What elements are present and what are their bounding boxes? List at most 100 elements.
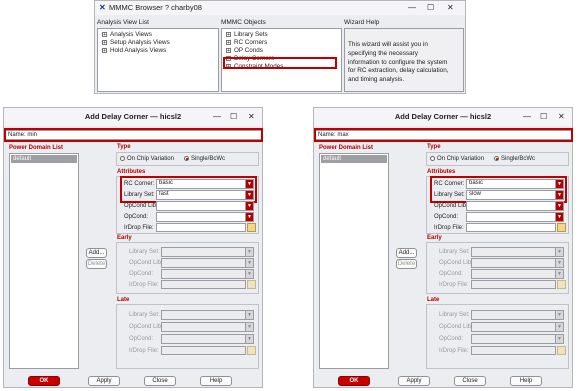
- minimize-icon[interactable]: —: [408, 1, 416, 15]
- folder-icon[interactable]: [247, 280, 256, 289]
- late-irdrop-file-field[interactable]: [471, 346, 556, 355]
- early-library-set-select[interactable]: ▼: [161, 247, 254, 257]
- chevron-down-icon[interactable]: ▼: [245, 202, 253, 210]
- folder-icon[interactable]: [557, 280, 566, 289]
- chevron-down-icon[interactable]: ▼: [245, 259, 253, 267]
- radio-single-bcwc[interactable]: [184, 156, 189, 161]
- tree-item-library-sets[interactable]: + Library Sets: [226, 31, 268, 38]
- radio-single-bcwc-label: Single/BcWc: [191, 155, 226, 162]
- tree-item-hold-analysis-views[interactable]: + Hold Analysis Views: [102, 47, 166, 54]
- folder-icon[interactable]: [247, 223, 256, 232]
- opcond-lib-select[interactable]: ▼: [156, 201, 254, 211]
- tree-item-rc-corners[interactable]: + RC Corners: [226, 39, 267, 46]
- close-button[interactable]: Close: [454, 376, 486, 386]
- late-opcond-select[interactable]: ▼: [161, 334, 254, 344]
- chevron-down-icon[interactable]: ▼: [245, 323, 253, 331]
- power-domain-list[interactable]: default: [9, 153, 79, 369]
- expand-icon[interactable]: +: [102, 31, 107, 37]
- name-highlight: [4, 128, 263, 142]
- power-domain-list-label: Power Domain List: [319, 145, 374, 151]
- late-opcond-lib-label: OpCond Lib:: [129, 324, 163, 330]
- early-opcond-select[interactable]: ▼: [161, 269, 254, 279]
- minimize-icon[interactable]: —: [213, 108, 221, 126]
- opcond-select[interactable]: ▼: [466, 212, 564, 222]
- late-irdrop-file-label: IrDrop File:: [129, 348, 159, 354]
- close-button[interactable]: Close: [144, 376, 176, 386]
- chevron-down-icon[interactable]: ▼: [245, 311, 253, 319]
- power-domain-list[interactable]: default: [319, 153, 389, 369]
- chevron-down-icon[interactable]: ▼: [555, 335, 563, 343]
- late-section-label: Late: [427, 297, 440, 303]
- apply-button[interactable]: Apply: [88, 376, 120, 386]
- late-irdrop-file-field[interactable]: [161, 346, 246, 355]
- chevron-down-icon[interactable]: ▼: [555, 248, 563, 256]
- chevron-down-icon[interactable]: ▼: [245, 270, 253, 278]
- radio-on-chip-variation[interactable]: [120, 156, 125, 161]
- folder-icon[interactable]: [247, 346, 256, 355]
- minimize-icon[interactable]: —: [523, 108, 531, 126]
- late-opcond-lib-select[interactable]: ▼: [161, 322, 254, 332]
- power-domain-list-label: Power Domain List: [9, 145, 64, 151]
- help-button[interactable]: Help: [200, 376, 232, 386]
- early-opcond-select[interactable]: ▼: [471, 269, 564, 279]
- late-library-set-label: Library Set:: [439, 312, 470, 318]
- chevron-down-icon[interactable]: ▼: [555, 213, 563, 221]
- opcond-select[interactable]: ▼: [156, 212, 254, 222]
- chevron-down-icon[interactable]: ▼: [555, 202, 563, 210]
- add-button[interactable]: Add...: [396, 248, 417, 258]
- chevron-down-icon[interactable]: ▼: [555, 259, 563, 267]
- early-opcond-lib-label: OpCond Lib:: [129, 260, 163, 266]
- ok-button[interactable]: OK: [28, 376, 60, 386]
- add-button[interactable]: Add...: [86, 248, 107, 258]
- apply-button[interactable]: Apply: [398, 376, 430, 386]
- radio-on-chip-variation[interactable]: [430, 156, 435, 161]
- folder-icon[interactable]: [557, 346, 566, 355]
- add-delay-corner-dialog-max: Add Delay Corner — hicsl2 — ☐ ✕ Name: ma…: [313, 107, 573, 388]
- early-irdrop-file-field[interactable]: [471, 280, 556, 289]
- early-opcond-lib-select[interactable]: ▼: [161, 258, 254, 268]
- maximize-icon[interactable]: ☐: [230, 108, 237, 126]
- analysis-view-list[interactable]: + Analysis Views + Setup Analysis Views + H…: [97, 28, 219, 92]
- chevron-down-icon[interactable]: ▼: [555, 323, 563, 331]
- power-domain-item-default[interactable]: default: [321, 155, 387, 163]
- early-library-set-select[interactable]: ▼: [471, 247, 564, 257]
- early-irdrop-file-field[interactable]: [161, 280, 246, 289]
- expand-icon[interactable]: +: [102, 39, 107, 45]
- add-delay-corner-dialog-min: Add Delay Corner — hicsl2 — ☐ ✕ Name: mi…: [3, 107, 263, 388]
- late-opcond-select[interactable]: ▼: [471, 334, 564, 344]
- close-icon[interactable]: ✕: [558, 108, 565, 126]
- tree-item-setup-analysis-views[interactable]: + Setup Analysis Views: [102, 39, 170, 46]
- maximize-icon[interactable]: ☐: [540, 108, 547, 126]
- expand-icon[interactable]: +: [226, 47, 231, 53]
- irdrop-file-field[interactable]: [466, 223, 556, 232]
- help-button[interactable]: Help: [510, 376, 542, 386]
- delete-button[interactable]: Delete: [396, 259, 417, 269]
- expand-icon[interactable]: +: [226, 39, 231, 45]
- ok-button[interactable]: OK: [338, 376, 370, 386]
- late-opcond-lib-select[interactable]: ▼: [471, 322, 564, 332]
- expand-icon[interactable]: +: [102, 47, 107, 53]
- close-icon[interactable]: ✕: [447, 1, 454, 15]
- maximize-icon[interactable]: ☐: [427, 1, 434, 15]
- early-irdrop-file-label: IrDrop File:: [439, 282, 469, 288]
- late-library-set-select[interactable]: ▼: [161, 310, 254, 320]
- tree-item-op-conds[interactable]: + OP Conds: [226, 47, 263, 54]
- opcond-lib-select[interactable]: ▼: [466, 201, 564, 211]
- expand-icon[interactable]: +: [226, 31, 231, 37]
- irdrop-file-field[interactable]: [156, 223, 246, 232]
- chevron-down-icon[interactable]: ▼: [555, 311, 563, 319]
- folder-icon[interactable]: [557, 223, 566, 232]
- delete-button[interactable]: Delete: [86, 259, 107, 269]
- tree-item-analysis-views[interactable]: + Analysis Views: [102, 31, 152, 38]
- close-icon[interactable]: ✕: [248, 108, 255, 126]
- chevron-down-icon[interactable]: ▼: [245, 335, 253, 343]
- chevron-down-icon[interactable]: ▼: [555, 270, 563, 278]
- radio-single-bcwc[interactable]: [494, 156, 499, 161]
- late-library-set-select[interactable]: ▼: [471, 310, 564, 320]
- power-domain-item-default[interactable]: default: [11, 155, 77, 163]
- chevron-down-icon[interactable]: ▼: [245, 213, 253, 221]
- early-opcond-lib-select[interactable]: ▼: [471, 258, 564, 268]
- chevron-down-icon[interactable]: ▼: [245, 248, 253, 256]
- name-highlight: [314, 128, 573, 142]
- attributes-section-label: Attributes: [117, 169, 146, 175]
